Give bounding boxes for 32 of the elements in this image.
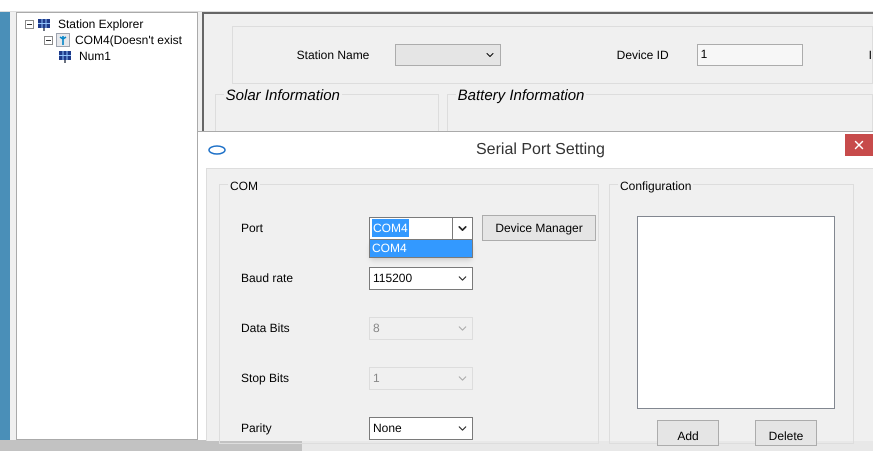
tree-item[interactable]: Num1 xyxy=(78,47,111,65)
field-label: Port xyxy=(241,220,264,237)
dialog-title: Serial Port Setting xyxy=(476,140,605,160)
dropdown[interactable]: 115200 xyxy=(369,266,473,290)
collapse-icon[interactable] xyxy=(44,36,53,44)
dropdown-value: 115200 xyxy=(372,270,414,287)
dropdown[interactable]: None xyxy=(369,416,473,440)
delete-button[interactable]: Delete xyxy=(755,420,817,446)
solar-panel-icon xyxy=(58,49,72,63)
station-name-label: Station Name xyxy=(296,47,370,64)
device-manager-button[interactable]: Device Manager xyxy=(482,215,596,241)
field-label: Stop Bits xyxy=(241,370,290,387)
dropdown-value: COM4 xyxy=(372,219,409,237)
tree-item[interactable]: COM4(Doesn't exist xyxy=(74,31,182,49)
field-label: Baud rate xyxy=(241,270,294,287)
field-label: Parity xyxy=(241,420,273,437)
close-button[interactable] xyxy=(845,134,873,156)
antenna-icon xyxy=(56,33,70,47)
dropdown-value: 8 xyxy=(372,320,381,337)
dropdown-value: None xyxy=(372,420,403,437)
app-logo-icon xyxy=(208,145,226,155)
field-label: Data Bits xyxy=(241,320,291,337)
close-icon xyxy=(852,138,866,152)
device-id-field[interactable]: 1 xyxy=(696,44,803,66)
solar-panel-icon xyxy=(36,17,51,31)
configuration-list[interactable] xyxy=(637,216,835,409)
tree-item[interactable]: Station Explorer xyxy=(58,15,144,33)
dropdown-value: 1 xyxy=(372,370,381,387)
device-id-label: Device ID xyxy=(616,47,670,64)
field-label: I xyxy=(868,47,872,64)
add-button[interactable]: Add xyxy=(657,420,719,446)
collapse-icon[interactable] xyxy=(24,20,34,28)
